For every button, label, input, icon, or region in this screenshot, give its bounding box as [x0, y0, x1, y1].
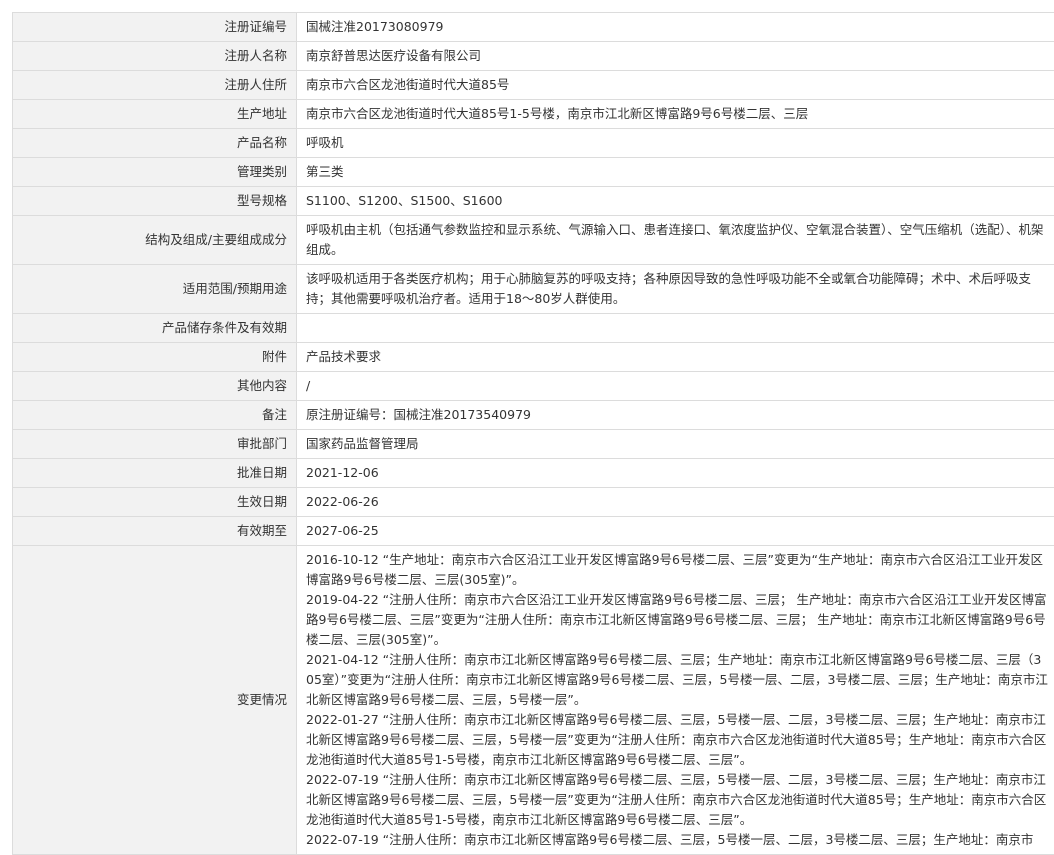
field-label: 其他内容 — [13, 372, 297, 401]
table-row: 有效期至 2027-06-25 — [13, 517, 1054, 546]
field-value: 国家药品监督管理局 — [297, 430, 1054, 459]
table-row: 生产地址 南京市六合区龙池街道时代大道85号1-5号楼，南京市江北新区博富路9号… — [13, 100, 1054, 129]
table-row-changes: 变更情况 2016-10-12 “生产地址：南京市六合区沿江工业开发区博富路9号… — [13, 546, 1054, 855]
field-value: 国械注准20173080979 — [297, 13, 1054, 42]
table-row: 结构及组成/主要组成成分 呼吸机由主机（包括通气参数监控和显示系统、气源输入口、… — [13, 216, 1054, 265]
table-row: 备注 原注册证编号：国械注准20173540979 — [13, 401, 1054, 430]
field-label: 批准日期 — [13, 459, 297, 488]
change-entry: 2022-07-19 “注册人住所：南京市江北新区博富路9号6号楼二层、三层，5… — [306, 830, 1048, 850]
field-label: 注册人住所 — [13, 71, 297, 100]
field-value: 南京市六合区龙池街道时代大道85号1-5号楼，南京市江北新区博富路9号6号楼二层… — [297, 100, 1054, 129]
field-label: 产品名称 — [13, 129, 297, 158]
field-value: 2021-12-06 — [297, 459, 1054, 488]
field-value — [297, 314, 1054, 343]
table-row: 审批部门 国家药品监督管理局 — [13, 430, 1054, 459]
table-row: 适用范围/预期用途 该呼吸机适用于各类医疗机构；用于心肺脑复苏的呼吸支持；各种原… — [13, 265, 1054, 314]
field-label: 注册证编号 — [13, 13, 297, 42]
table-row: 其他内容 / — [13, 372, 1054, 401]
field-value: 呼吸机 — [297, 129, 1054, 158]
field-label: 型号规格 — [13, 187, 297, 216]
table-row: 注册证编号 国械注准20173080979 — [13, 13, 1054, 42]
field-label: 生效日期 — [13, 488, 297, 517]
field-label: 产品储存条件及有效期 — [13, 314, 297, 343]
table-row: 管理类别 第三类 — [13, 158, 1054, 187]
field-label: 生产地址 — [13, 100, 297, 129]
field-value: 原注册证编号：国械注准20173540979 — [297, 401, 1054, 430]
field-value: / — [297, 372, 1054, 401]
change-entry: 2022-01-27 “注册人住所：南京市江北新区博富路9号6号楼二层、三层，5… — [306, 710, 1048, 770]
table-row: 附件 产品技术要求 — [13, 343, 1054, 372]
field-label: 附件 — [13, 343, 297, 372]
field-value: 2027-06-25 — [297, 517, 1054, 546]
field-value: 南京舒普思达医疗设备有限公司 — [297, 42, 1054, 71]
changes-list: 2016-10-12 “生产地址：南京市六合区沿江工业开发区博富路9号6号楼二层… — [297, 546, 1054, 855]
change-entry: 2019-04-22 “注册人住所：南京市六合区沿江工业开发区博富路9号6号楼二… — [306, 590, 1048, 650]
change-entry: 2022-07-19 “注册人住所：南京市江北新区博富路9号6号楼二层、三层，5… — [306, 770, 1048, 830]
field-value: 南京市六合区龙池街道时代大道85号 — [297, 71, 1054, 100]
field-value: 该呼吸机适用于各类医疗机构；用于心肺脑复苏的呼吸支持；各种原因导致的急性呼吸功能… — [297, 265, 1054, 314]
field-label: 有效期至 — [13, 517, 297, 546]
field-value: 呼吸机由主机（包括通气参数监控和显示系统、气源输入口、患者连接口、氧浓度监护仪、… — [297, 216, 1054, 265]
table-row: 批准日期 2021-12-06 — [13, 459, 1054, 488]
field-label: 管理类别 — [13, 158, 297, 187]
field-value: 第三类 — [297, 158, 1054, 187]
change-entry: 2021-04-12 “注册人住所：南京市江北新区博富路9号6号楼二层、三层；生… — [306, 650, 1048, 710]
registration-detail-table: 注册证编号 国械注准20173080979 注册人名称 南京舒普思达医疗设备有限… — [12, 12, 1054, 855]
field-value: 2022-06-26 — [297, 488, 1054, 517]
field-label: 适用范围/预期用途 — [13, 265, 297, 314]
table-row: 型号规格 S1100、S1200、S1500、S1600 — [13, 187, 1054, 216]
table-row: 产品名称 呼吸机 — [13, 129, 1054, 158]
field-value: S1100、S1200、S1500、S1600 — [297, 187, 1054, 216]
table-row: 注册人名称 南京舒普思达医疗设备有限公司 — [13, 42, 1054, 71]
field-label: 注册人名称 — [13, 42, 297, 71]
field-value: 产品技术要求 — [297, 343, 1054, 372]
field-label: 备注 — [13, 401, 297, 430]
field-label: 结构及组成/主要组成成分 — [13, 216, 297, 265]
table-row: 生效日期 2022-06-26 — [13, 488, 1054, 517]
table-row: 注册人住所 南京市六合区龙池街道时代大道85号 — [13, 71, 1054, 100]
field-label: 审批部门 — [13, 430, 297, 459]
change-entry: 2016-10-12 “生产地址：南京市六合区沿江工业开发区博富路9号6号楼二层… — [306, 550, 1048, 590]
table-row: 产品储存条件及有效期 — [13, 314, 1054, 343]
changes-label: 变更情况 — [13, 546, 297, 855]
